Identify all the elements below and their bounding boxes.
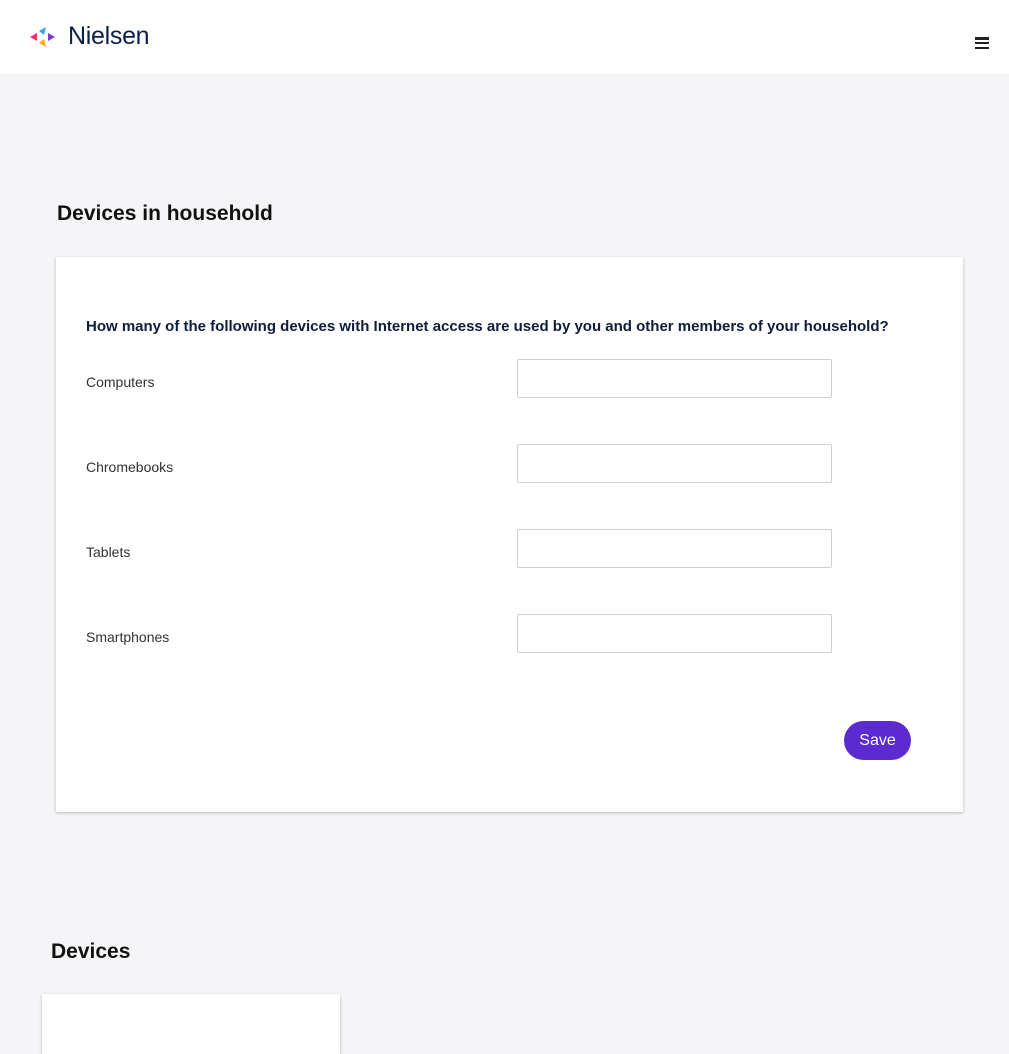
nielsen-logo-mark-icon — [30, 26, 55, 47]
section-title-devices-in-household: Devices in household — [57, 202, 273, 225]
chromebooks-label: Chromebooks — [86, 459, 174, 475]
section-title-devices: Devices — [51, 940, 131, 963]
chromebooks-input[interactable] — [517, 444, 832, 483]
devices-question: How many of the following devices with I… — [86, 318, 889, 335]
smartphones-input[interactable] — [517, 614, 832, 653]
computers-input[interactable] — [517, 359, 832, 398]
computers-label: Computers — [86, 374, 155, 390]
devices-card — [42, 994, 340, 1054]
smartphones-label: Smartphones — [86, 629, 170, 645]
top-navigation-bar: Nielsen — [0, 0, 1009, 74]
hamburger-menu-icon[interactable] — [975, 37, 989, 49]
nielsen-logo[interactable]: Nielsen — [30, 22, 150, 51]
tablets-input[interactable] — [517, 529, 832, 568]
household-devices-card: How many of the following devices with I… — [56, 257, 963, 812]
tablets-label: Tablets — [86, 544, 131, 560]
logo-text: Nielsen — [68, 22, 150, 50]
save-button[interactable]: Save — [844, 721, 911, 760]
